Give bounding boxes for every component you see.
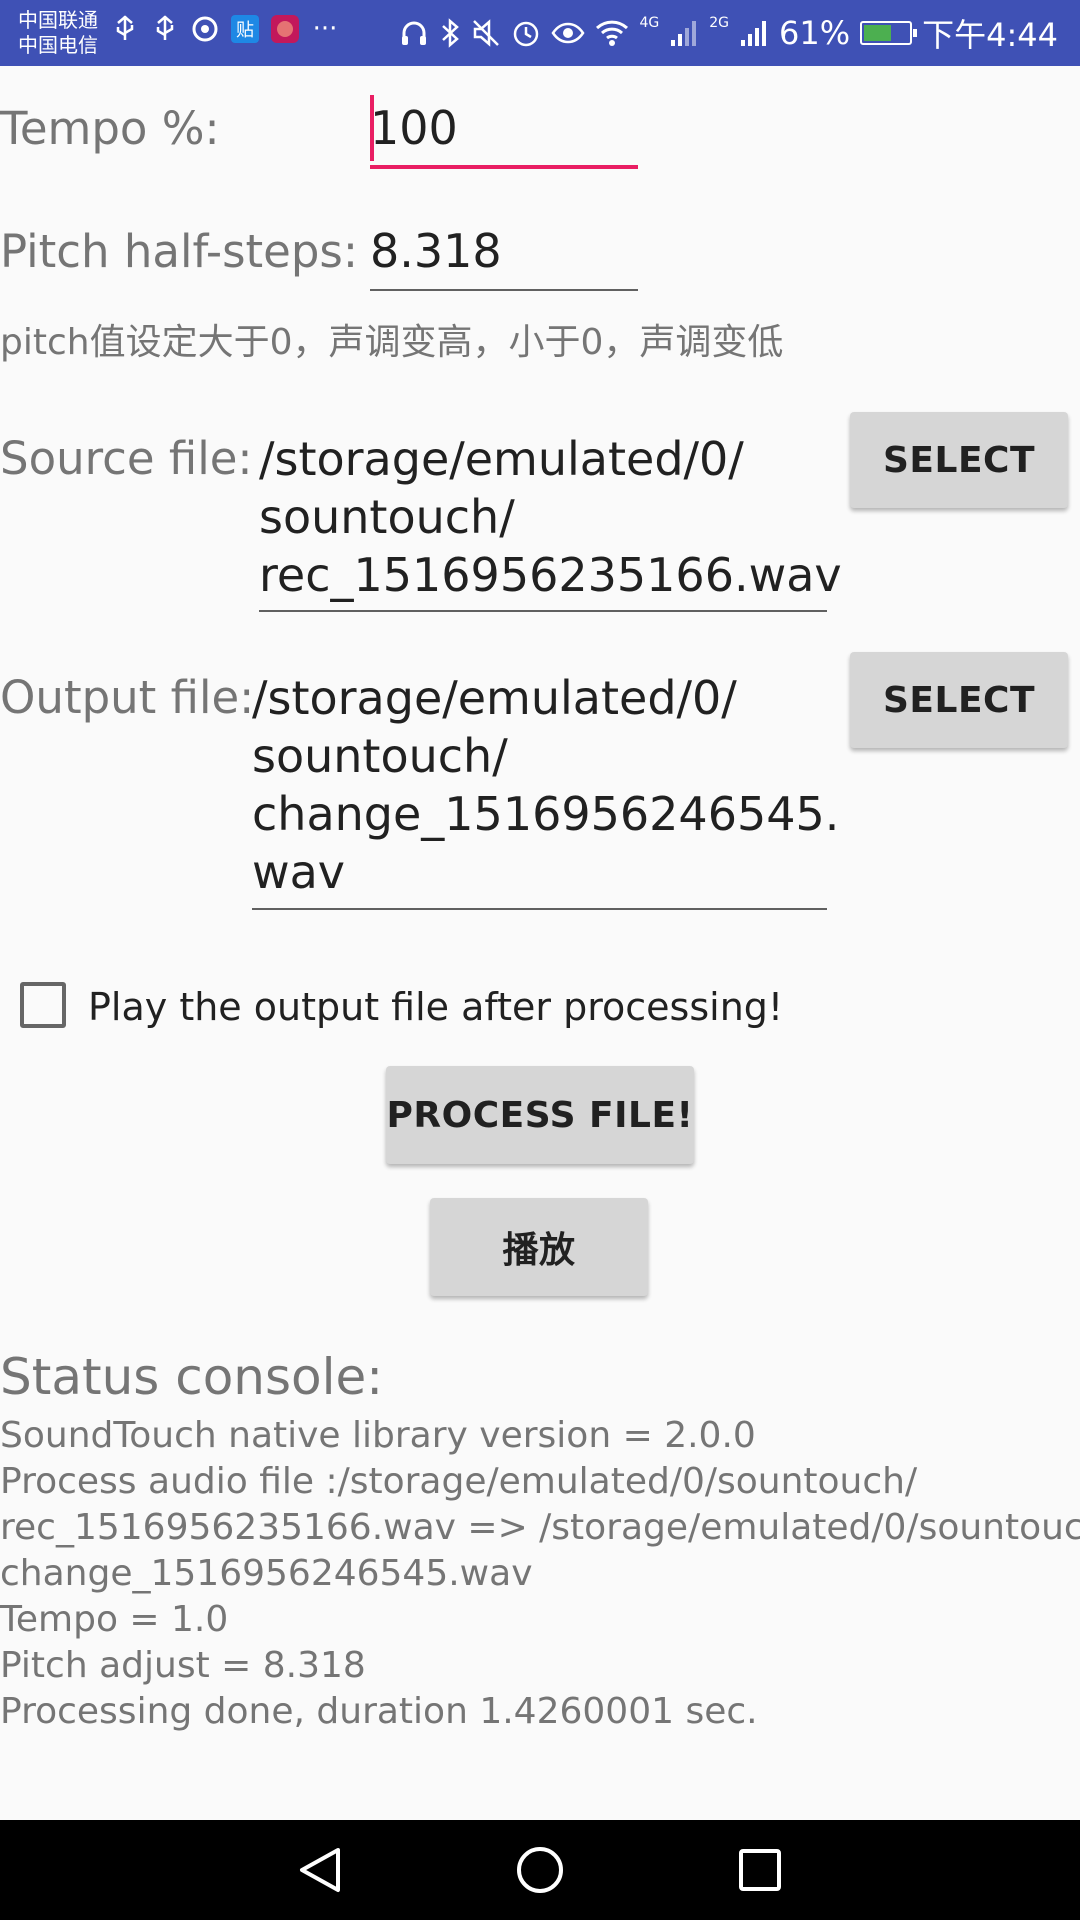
console-line: SoundTouch native library version = 2.0.… (0, 1415, 756, 1456)
recents-icon (739, 1849, 781, 1891)
source-file-line: sountouch/ (259, 490, 515, 544)
home-button[interactable] (480, 1820, 600, 1920)
network-type-2: 2G (709, 15, 729, 31)
output-file-line: wav (252, 845, 346, 899)
status-console-output: SoundTouch native library version = 2.0.… (0, 1413, 1080, 1735)
carrier-info: 中国联通 中国电信 (18, 8, 98, 58)
battery-percent: 61% (779, 14, 851, 52)
tempo-label: Tempo %: (0, 102, 220, 155)
output-file-input[interactable]: /storage/emulated/0/ sountouch/ change_1… (252, 669, 839, 901)
bluetooth-icon (442, 18, 460, 48)
status-bar: 中国联通 中国电信 贴 ··· 4G 2G 61% 下午4:44 (0, 0, 1080, 66)
network-type-1: 4G (639, 15, 660, 31)
headset-icon (402, 21, 427, 45)
usb-icon (150, 12, 180, 46)
output-file-line: change_1516956246545. (252, 787, 840, 841)
more-icon: ··· (312, 14, 338, 44)
back-button[interactable] (260, 1820, 380, 1920)
console-line: rec_1516956235166.wav => /storage/emulat… (0, 1507, 1080, 1548)
pitch-hint: pitch值设定大于0，声调变高，小于0，声调变低 (0, 322, 784, 363)
carrier-2: 中国电信 (18, 33, 98, 57)
alarm-icon (514, 21, 539, 47)
clock: 下午4:44 (922, 16, 1058, 54)
console-line: Pitch adjust = 8.318 (0, 1645, 366, 1686)
output-file-underline (252, 908, 827, 910)
tieba-app-icon: 贴 (230, 12, 260, 46)
screen: 中国联通 中国电信 贴 ··· 4G 2G 61% 下午4:44 Tempo %… (0, 0, 1080, 1920)
play-after-processing-checkbox[interactable] (20, 982, 66, 1028)
status-console-title: Status console: (0, 1348, 384, 1406)
play-after-processing-label[interactable]: Play the output file after processing! (88, 979, 783, 1035)
tempo-input[interactable]: 100 (370, 99, 458, 157)
process-file-button[interactable]: PROCESS FILE! (386, 1066, 694, 1164)
usb-icon (110, 12, 140, 46)
console-line: Process audio file :/storage/emulated/0/… (0, 1461, 918, 1502)
battery-icon (860, 21, 918, 45)
carrier-1: 中国联通 (18, 8, 98, 32)
source-file-underline (259, 610, 827, 612)
output-file-line: sountouch/ (252, 729, 508, 783)
console-line: change_1516956246545.wav (0, 1553, 533, 1594)
wifi-icon (596, 20, 629, 46)
signal-icon (671, 21, 697, 46)
navigation-bar (0, 1820, 1080, 1920)
select-source-button[interactable]: SELECT (850, 412, 1068, 508)
source-file-line: /storage/emulated/0/ (259, 432, 744, 486)
notification-icons: 贴 ··· (110, 12, 340, 46)
eye-icon (551, 22, 585, 44)
tempo-input-underline (370, 165, 638, 169)
pitch-input-underline (370, 289, 638, 291)
play-button[interactable]: 播放 (430, 1198, 648, 1296)
source-file-line: rec_1516956235166.wav (259, 548, 842, 602)
pitch-label: Pitch half-steps: (0, 225, 359, 278)
system-indicators: 4G 2G 61% 下午4:44 (399, 8, 1058, 58)
console-line: Tempo = 1.0 (0, 1599, 229, 1640)
signal-icon (741, 21, 766, 46)
recents-button[interactable] (700, 1820, 820, 1920)
svg-text:贴: 贴 (236, 20, 254, 41)
app-icon (270, 12, 300, 46)
mute-icon (473, 19, 500, 47)
source-file-label: Source file: (0, 432, 253, 485)
source-file-input[interactable]: /storage/emulated/0/ sountouch/ rec_1516… (259, 430, 842, 604)
pitch-input[interactable]: 8.318 (370, 222, 502, 280)
output-file-line: /storage/emulated/0/ (252, 671, 737, 725)
select-output-button[interactable]: SELECT (850, 652, 1068, 748)
console-line: Processing done, duration 1.4260001 sec. (0, 1691, 758, 1732)
text-cursor (370, 95, 374, 161)
output-file-label: Output file: (0, 671, 255, 724)
sync-icon (190, 12, 220, 46)
home-icon (517, 1847, 563, 1893)
back-icon (300, 1848, 340, 1892)
